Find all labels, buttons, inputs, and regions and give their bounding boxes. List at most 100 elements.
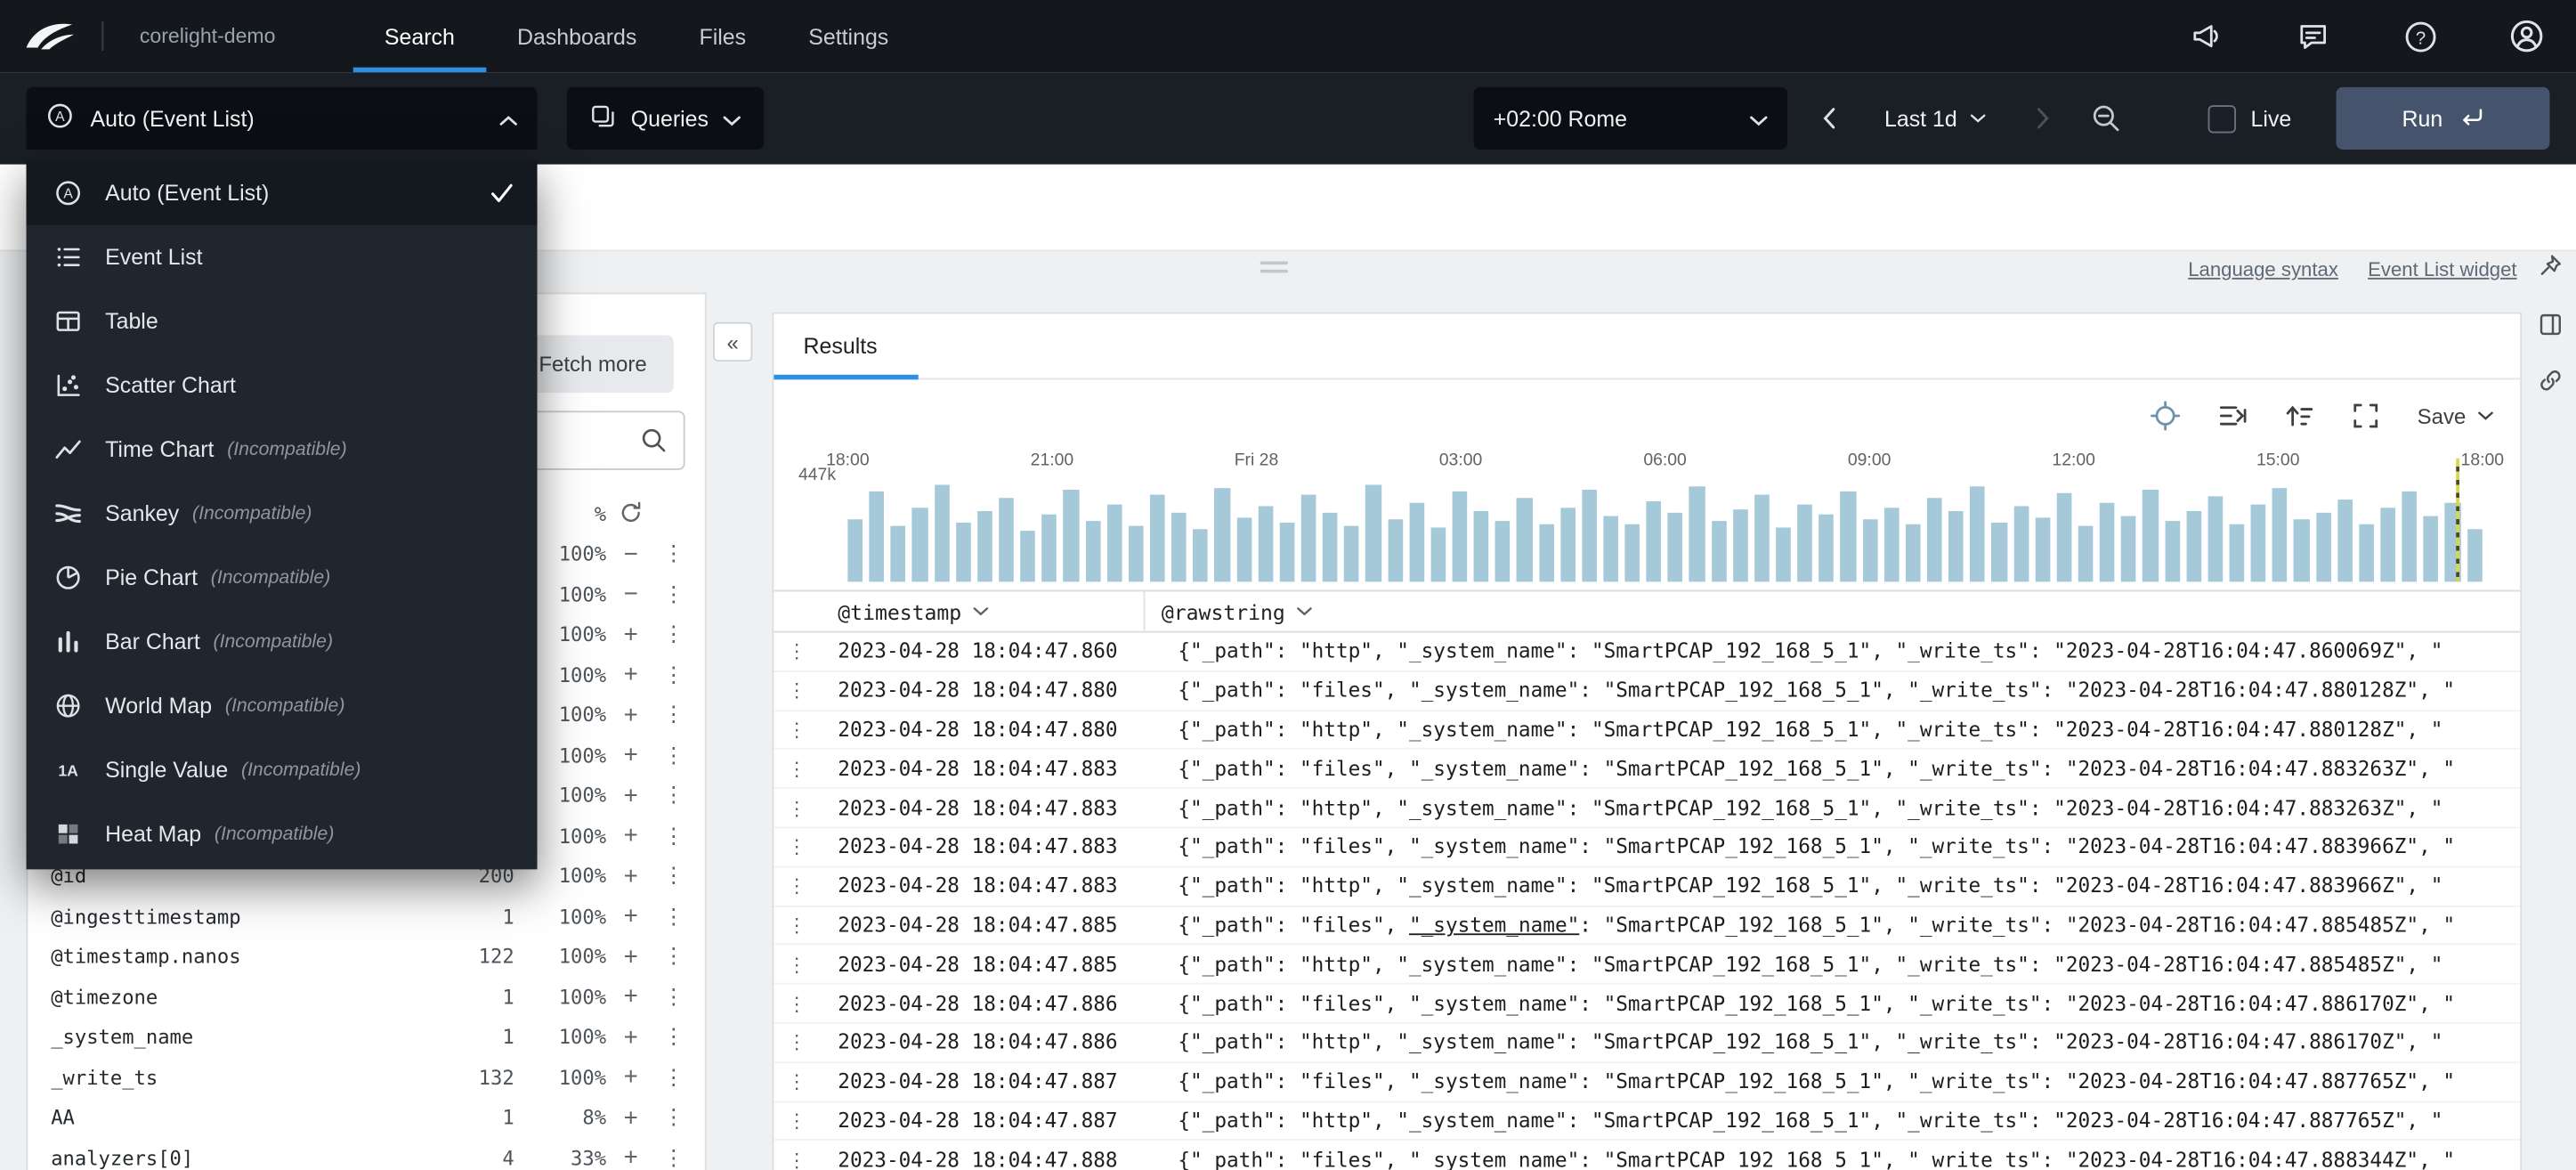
crosshair-icon[interactable]: [2151, 401, 2181, 431]
row-menu-button[interactable]: ⋮: [774, 719, 820, 742]
language-syntax-link[interactable]: Language syntax: [2188, 258, 2338, 281]
view-menu-item-time-chart[interactable]: Time Chart (Incompatible): [27, 418, 538, 482]
row-menu-button[interactable]: ⋮: [774, 835, 820, 858]
row-menu-button[interactable]: ⋮: [774, 1109, 820, 1133]
fullscreen-icon[interactable]: [2353, 402, 2380, 429]
event-row[interactable]: ⋮ 2023-04-28 18:04:47.887 {"_path": "http"…: [774, 1102, 2521, 1142]
org-name[interactable]: corelight-demo: [140, 25, 276, 48]
field-row[interactable]: @ingesttimestamp 1 100% + ⋮: [51, 897, 692, 937]
field-menu-button[interactable]: ⋮: [655, 863, 692, 890]
zoom-out-icon[interactable]: [2085, 87, 2127, 150]
save-button[interactable]: Save: [2418, 403, 2494, 428]
event-histogram[interactable]: [847, 478, 2483, 582]
view-menu-item-bar-chart[interactable]: Bar Chart (Incompatible): [27, 610, 538, 674]
view-menu-item-scatter-chart[interactable]: Scatter Chart: [27, 353, 538, 418]
view-menu-item-auto-event-list-[interactable]: A Auto (Event List): [26, 160, 538, 225]
field-menu-button[interactable]: ⋮: [655, 1065, 692, 1092]
view-menu-item-heat-map[interactable]: Heat Map (Incompatible): [27, 802, 538, 866]
field-row[interactable]: AA 1 8% + ⋮: [51, 1098, 692, 1138]
event-row[interactable]: ⋮ 2023-04-28 18:04:47.887 {"_path": "files…: [774, 1063, 2521, 1102]
event-row[interactable]: ⋮ 2023-04-28 18:04:47.886 {"_path": "files…: [774, 985, 2521, 1024]
announcements-icon[interactable]: [2187, 16, 2226, 55]
live-checkbox[interactable]: [2207, 104, 2236, 133]
field-row[interactable]: analyzers[0] 4 33% + ⋮: [51, 1138, 692, 1170]
field-row[interactable]: @timestamp.nanos 122 100% + ⋮: [51, 937, 692, 977]
view-menu-item-event-list[interactable]: Event List: [27, 225, 538, 289]
nav-item-settings[interactable]: Settings: [777, 0, 919, 72]
field-menu-button[interactable]: ⋮: [655, 541, 692, 568]
field-menu-button[interactable]: ⋮: [655, 904, 692, 930]
add-field-button[interactable]: +: [606, 743, 655, 768]
corelight-logo-icon[interactable]: [20, 15, 85, 58]
highlighted-field-key[interactable]: "_system_name": [1409, 914, 1579, 937]
event-list-widget-link[interactable]: Event List widget: [2368, 258, 2516, 281]
field-menu-button[interactable]: ⋮: [655, 823, 692, 849]
row-menu-button[interactable]: ⋮: [774, 992, 820, 1015]
sort-icon[interactable]: [2286, 402, 2315, 429]
field-row[interactable]: _write_ts 132 100% + ⋮: [51, 1058, 692, 1098]
remove-field-button[interactable]: −: [606, 542, 655, 567]
nav-item-search[interactable]: Search: [352, 0, 486, 73]
event-row[interactable]: ⋮ 2023-04-28 18:04:47.883 {"_path": "http"…: [774, 789, 2521, 829]
field-menu-button[interactable]: ⋮: [655, 1024, 692, 1051]
view-menu-item-pie-chart[interactable]: Pie Chart (Incompatible): [27, 546, 538, 610]
field-menu-button[interactable]: ⋮: [655, 984, 692, 1011]
jump-to-end-icon[interactable]: [2218, 402, 2248, 429]
add-field-button[interactable]: +: [606, 985, 655, 1010]
timezone-select[interactable]: +02:00 Rome: [1473, 86, 1788, 150]
field-menu-button[interactable]: ⋮: [655, 622, 692, 648]
event-row[interactable]: ⋮ 2023-04-28 18:04:47.880 {"_path": "files…: [774, 672, 2521, 711]
view-menu-item-table[interactable]: Table: [27, 289, 538, 353]
add-field-button[interactable]: +: [606, 784, 655, 808]
field-menu-button[interactable]: ⋮: [655, 662, 692, 688]
account-icon[interactable]: [2507, 16, 2546, 55]
pin-panel-icon[interactable]: [2535, 250, 2564, 280]
nav-item-dashboards[interactable]: Dashboards: [486, 0, 668, 72]
row-menu-button[interactable]: ⋮: [774, 1070, 820, 1093]
view-menu-item-world-map[interactable]: World Map (Incompatible): [27, 674, 538, 738]
field-menu-button[interactable]: ⋮: [655, 743, 692, 769]
nav-item-files[interactable]: Files: [668, 0, 777, 72]
add-field-button[interactable]: +: [606, 1065, 655, 1090]
field-menu-button[interactable]: ⋮: [655, 581, 692, 608]
event-row[interactable]: ⋮ 2023-04-28 18:04:47.886 {"_path": "http"…: [774, 1024, 2521, 1063]
field-menu-button[interactable]: ⋮: [655, 1105, 692, 1132]
run-button[interactable]: Run: [2336, 86, 2550, 150]
collapse-fields-panel-button[interactable]: «: [713, 321, 753, 362]
link-panel-icon[interactable]: [2535, 365, 2564, 394]
row-menu-button[interactable]: ⋮: [774, 874, 820, 898]
add-field-button[interactable]: +: [606, 703, 655, 727]
row-menu-button[interactable]: ⋮: [774, 1031, 820, 1054]
event-row[interactable]: ⋮ 2023-04-28 18:04:47.883 {"_path": "http"…: [774, 867, 2521, 907]
field-menu-button[interactable]: ⋮: [655, 944, 692, 971]
add-field-button[interactable]: +: [606, 622, 655, 647]
help-icon[interactable]: ?: [2401, 16, 2440, 55]
add-field-button[interactable]: +: [606, 905, 655, 930]
panel-splitter-handle[interactable]: [1260, 261, 1288, 273]
row-menu-button[interactable]: ⋮: [774, 914, 820, 937]
field-menu-button[interactable]: ⋮: [655, 783, 692, 809]
messages-icon[interactable]: [2294, 16, 2333, 55]
add-field-button[interactable]: +: [606, 824, 655, 849]
refresh-fields-icon[interactable]: [606, 500, 655, 528]
event-row[interactable]: ⋮ 2023-04-28 18:04:47.885 {"_path": "http"…: [774, 946, 2521, 985]
event-row[interactable]: ⋮ 2023-04-28 18:04:47.883 {"_path": "files…: [774, 750, 2521, 790]
event-row[interactable]: ⋮ 2023-04-28 18:04:47.860 {"_path": "http"…: [774, 633, 2521, 672]
view-menu-item-sankey[interactable]: Sankey (Incompatible): [27, 482, 538, 546]
add-field-button[interactable]: +: [606, 662, 655, 687]
row-menu-button[interactable]: ⋮: [774, 1149, 820, 1170]
widgets-panel-icon[interactable]: [2535, 309, 2564, 338]
tab-results[interactable]: Results: [774, 314, 907, 378]
add-field-button[interactable]: +: [606, 1025, 655, 1050]
prev-range-button[interactable]: [1807, 87, 1850, 150]
field-menu-button[interactable]: ⋮: [655, 703, 692, 729]
column-menu-chevron-icon[interactable]: [973, 606, 989, 616]
add-field-button[interactable]: +: [606, 864, 655, 889]
row-menu-button[interactable]: ⋮: [774, 757, 820, 780]
field-row[interactable]: _system_name 1 100% + ⋮: [51, 1017, 692, 1057]
field-row[interactable]: @timezone 1 100% + ⋮: [51, 977, 692, 1017]
event-row[interactable]: ⋮ 2023-04-28 18:04:47.885 {"_path": "files…: [774, 906, 2521, 946]
add-field-button[interactable]: +: [606, 1146, 655, 1170]
queries-button[interactable]: Queries: [566, 86, 765, 150]
event-row[interactable]: ⋮ 2023-04-28 18:04:47.888 {"_path": "files…: [774, 1142, 2520, 1170]
